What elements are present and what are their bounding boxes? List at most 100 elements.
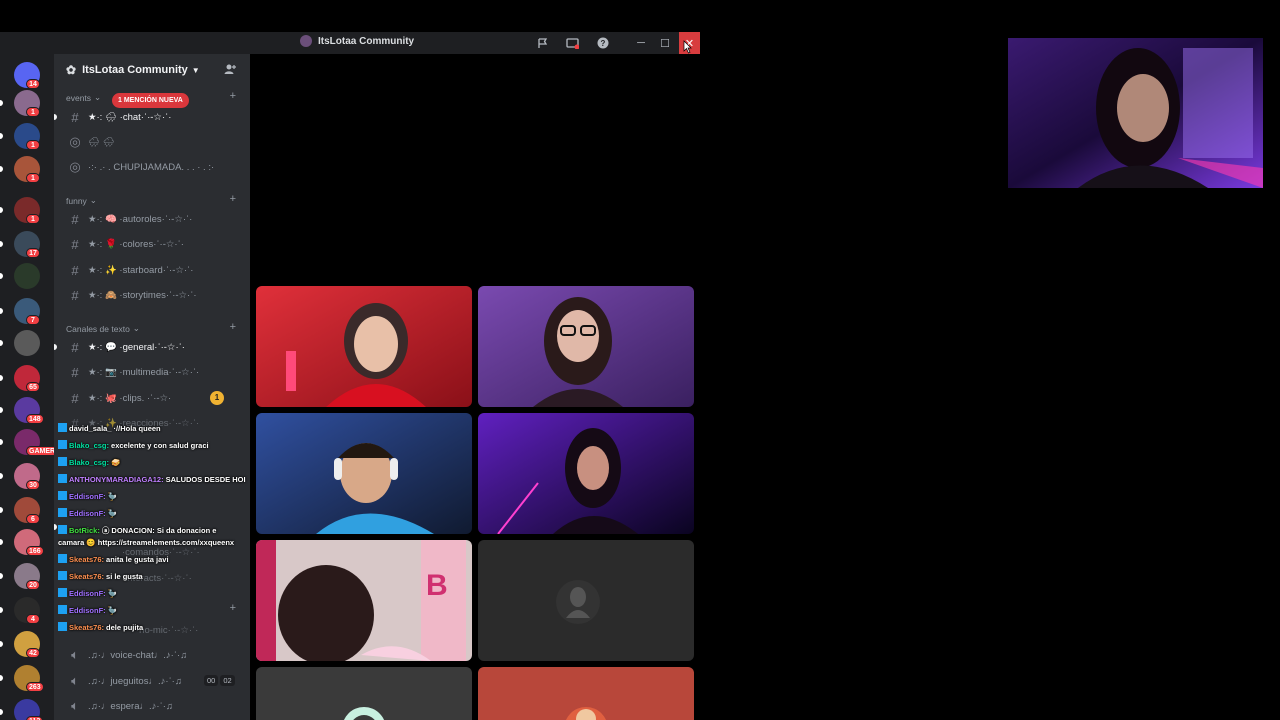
chat-username: EddisonF:: [69, 589, 106, 598]
mention-badge: 30: [26, 480, 40, 490]
video-tile[interactable]: [256, 667, 472, 720]
mention-badge: 1: [26, 173, 40, 183]
server-header[interactable]: ✿ ItsLotaa Community ▼: [54, 54, 250, 86]
chat-username: Skeats76:: [69, 555, 105, 564]
server-mini-icon: [300, 35, 312, 47]
video-tile[interactable]: [256, 413, 472, 534]
screen-share-icon[interactable]: [564, 35, 580, 51]
svg-text:B: B: [426, 569, 448, 602]
chat-message: 🥪: [111, 458, 121, 467]
channel-autoroles[interactable]: # ★·: 🧠 ·autoroles·ʾ·-☆·ʾ·: [62, 209, 242, 229]
sub-badge-icon: [58, 457, 67, 466]
add-channel-icon[interactable]: +: [230, 321, 236, 333]
chat-line: Blako_csg: excelente y con salud graci: [58, 437, 248, 454]
svg-text:?: ?: [601, 39, 606, 48]
chat-username: EddisonF:: [69, 492, 106, 501]
mention-badge: 1: [26, 140, 40, 150]
hash-icon: #: [71, 211, 79, 227]
channel-general[interactable]: # ★·: 💬 ·general·ʾ·-☆·ʾ·: [62, 337, 242, 357]
category-events[interactable]: events ⌄: [66, 92, 101, 103]
chat-line: EddisonF: 🦤: [58, 585, 248, 602]
unread-pill: [0, 709, 3, 715]
chat-message: dele pujita: [106, 623, 144, 632]
video-tile[interactable]: [478, 540, 694, 661]
add-channel-icon[interactable]: +: [230, 90, 236, 102]
chat-username: Skeats76:: [69, 572, 105, 581]
category-label: funny: [66, 195, 87, 206]
add-user-icon[interactable]: [224, 63, 236, 78]
chat-username: david_sala_: [69, 424, 112, 433]
video-tile[interactable]: B: [256, 540, 472, 661]
window-title-text: ItsLotaa Community: [318, 35, 415, 47]
server-icon[interactable]: [14, 263, 40, 289]
channel-label: ★·: 🙈 ·storytimes·ʾ·-☆·ʾ·: [88, 289, 197, 301]
unread-pill: [0, 473, 3, 479]
server-settings-icon: ✿: [66, 63, 77, 77]
server-name: ItsLotaa Community: [82, 64, 188, 76]
sub-badge-icon: [58, 605, 67, 614]
video-tile[interactable]: [478, 413, 694, 534]
speaker-icon: 🔈︎: [71, 647, 79, 662]
unread-pill: [0, 439, 3, 445]
channel-starboard[interactable]: # ★·: ✨ ·starboard·ʾ·-☆·ʾ·: [62, 260, 242, 280]
video-tile[interactable]: [256, 286, 472, 407]
category-funny[interactable]: funny ⌄: [66, 195, 97, 206]
hash-icon: #: [71, 339, 79, 355]
sub-badge-icon: [58, 423, 67, 432]
minimize-button[interactable]: ─: [633, 35, 649, 51]
unread-pill: [0, 100, 3, 106]
chat-username: ANTHONYMARADIAGA12:: [69, 475, 164, 484]
sub-badge-icon: [58, 525, 67, 534]
unread-pill: [0, 375, 3, 381]
title-bar: ItsLotaa Community ? ─ ☐: [0, 32, 700, 54]
chat-line: Skeats76: anita le gusta javi: [58, 551, 248, 568]
sub-badge-icon: [58, 554, 67, 563]
channel-chupijamada[interactable]: ◎ ·:· .· . CHUPIJAMADA. . . · . :·: [62, 157, 242, 177]
app-window: ItsLotaa Community ? ─ ☐ ✕ 14 1 1 1 1 17 7 65 14…: [0, 0, 1280, 720]
mouse-cursor-icon: [683, 40, 692, 54]
channel-espera[interactable]: 🔈︎ .♫·♩espera♩.♪·ʾ·♫: [62, 696, 242, 716]
mention-badge: 263: [26, 682, 44, 692]
mention-badge: 1: [26, 214, 40, 224]
mention-badge: 7: [26, 315, 40, 325]
chat-message: si le gusta: [106, 572, 143, 581]
category-label: Canales de texto: [66, 323, 130, 334]
help-icon[interactable]: ?: [595, 35, 611, 51]
unread-pill: [0, 641, 3, 647]
chat-line: EddisonF: 🦤: [58, 602, 248, 619]
mention-badge: 17: [26, 248, 40, 258]
unread-pill: [0, 573, 3, 579]
mention-badge: 42: [26, 648, 40, 658]
video-tile[interactable]: [478, 286, 694, 407]
unread-pill: [0, 407, 3, 413]
channel-colores[interactable]: # ★·: 🌹 ·colores·ʾ·-☆·ʾ·: [62, 234, 242, 254]
mention-badge: 148: [26, 414, 44, 424]
video-tile[interactable]: [478, 667, 694, 720]
channel-chat[interactable]: # ★·: 🌧 ·chat·ʾ·-☆·ʾ·: [62, 107, 242, 127]
server-icon[interactable]: [14, 330, 40, 356]
mention-pill[interactable]: 1 MENCIÓN NUEVA: [112, 93, 189, 108]
add-channel-icon[interactable]: +: [230, 193, 236, 205]
window-title: ItsLotaa Community: [300, 35, 414, 47]
channel-storytimes[interactable]: # ★·: 🙈 ·storytimes·ʾ·-☆·ʾ·: [62, 285, 242, 305]
chat-username: EddisonF:: [69, 606, 106, 615]
stage-icon: ◎: [69, 159, 81, 174]
channel-label: ·:· .· . CHUPIJAMADA. . . · . :·: [88, 161, 215, 173]
channel-voice-chat[interactable]: 🔈︎ .♫·♩voice-chat♩.♪·ʾ·♫: [62, 645, 242, 665]
chat-line: EddisonF: 🦤: [58, 505, 248, 522]
voice-count-current: 00: [204, 675, 219, 686]
mention-badge: 1: [26, 107, 40, 117]
channel-label: .♫·♩jueguitos♩.♪·ʾ·♫: [88, 675, 182, 687]
hash-icon: #: [71, 364, 79, 380]
channel-multimedia[interactable]: # ★·: 📷 ·multimedia·ʾ·-☆·ʾ·: [62, 362, 242, 382]
channel-stage-1[interactable]: ◎ 🌧 🌧: [62, 132, 242, 152]
chat-message: SALUDOS DESDE HOI: [165, 475, 246, 484]
unread-pill: [0, 308, 3, 314]
mention-badge: 14: [26, 79, 40, 89]
category-canales-de-texto[interactable]: Canales de texto ⌄: [66, 323, 140, 334]
maximize-button[interactable]: ☐: [657, 35, 673, 51]
chevron-down-icon: ⌄: [132, 323, 140, 333]
flag-icon[interactable]: [534, 35, 550, 51]
unread-pill: [0, 607, 3, 613]
unread-pill: [0, 507, 3, 513]
